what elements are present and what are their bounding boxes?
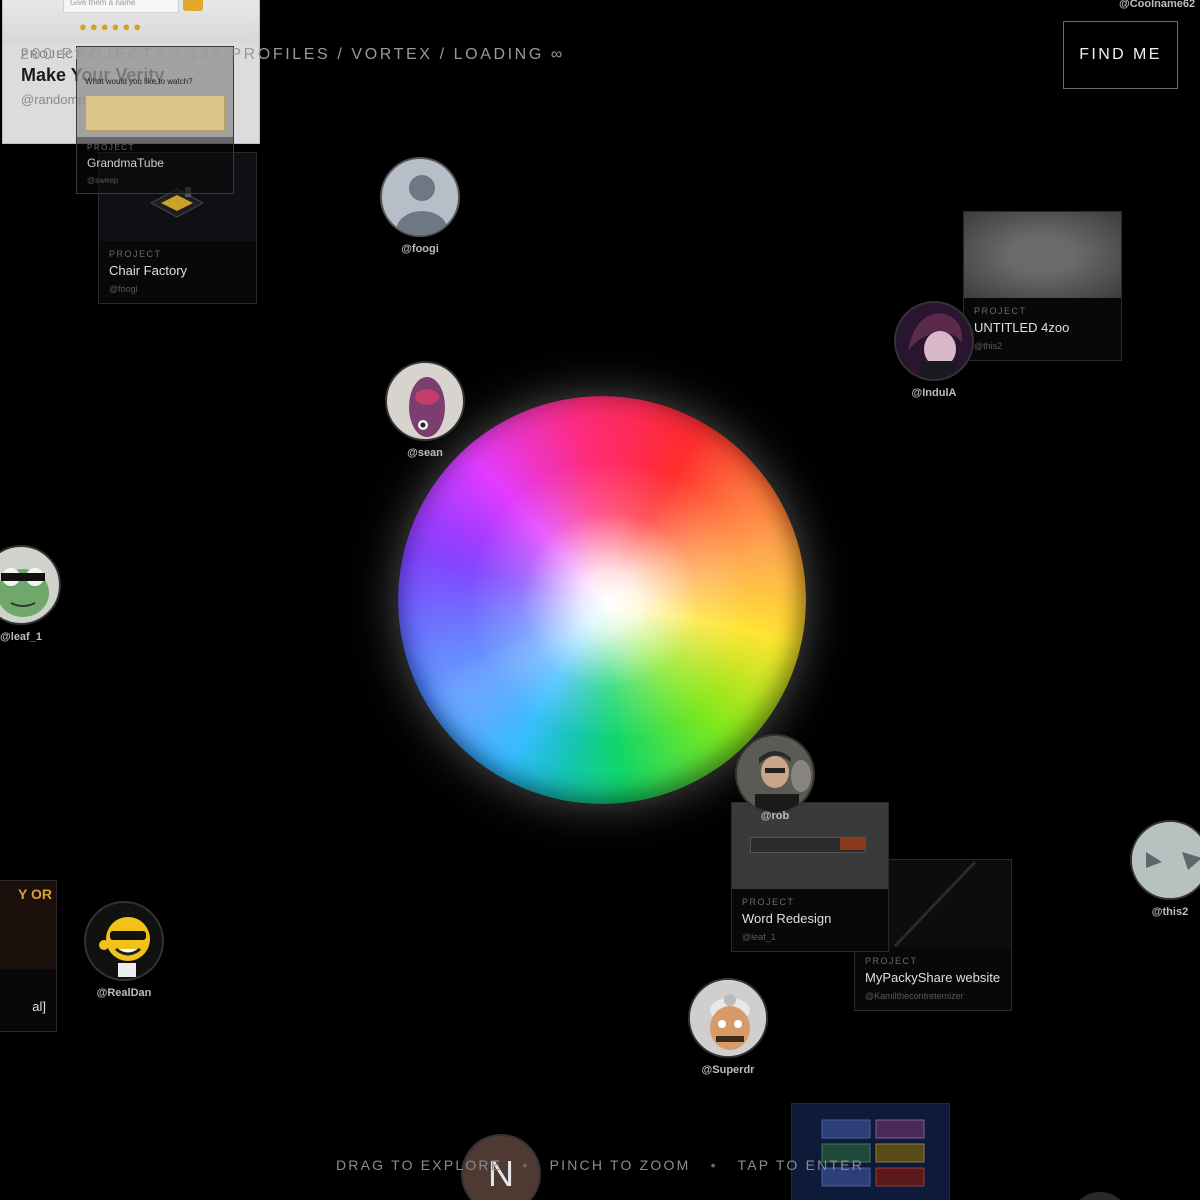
project-owner: @foogi — [109, 284, 138, 294]
profile-sean[interactable]: @sean — [370, 361, 480, 459]
name-input-preview: Give them a name — [63, 0, 179, 13]
avatar — [1130, 820, 1200, 900]
profile-handle: @sean — [407, 447, 443, 459]
hint-drag: DRAG TO EXPLORE — [335, 1157, 503, 1173]
profile-handle: @leaf_1 — [0, 631, 42, 643]
profile-foogi[interactable]: @foogi — [365, 157, 475, 255]
avatar — [688, 978, 768, 1058]
default-user-icon — [396, 175, 448, 235]
project-kicker: PROJECT — [974, 306, 1027, 316]
profile-rob[interactable]: @rob — [720, 734, 830, 822]
project-title: UNTITLED 4zoo — [974, 320, 1070, 335]
project-owner: @Kamilthecontretemizer — [865, 991, 964, 1001]
profile-handle: @foogi — [401, 243, 439, 255]
cool-emoji-icon — [99, 917, 150, 977]
vortex-stage[interactable]: 200 PROJECTS / 134 PROFILES / VORTEX / L… — [0, 0, 1200, 1200]
avatar-partial[interactable] — [1070, 1192, 1130, 1200]
video-field-preview — [85, 95, 225, 131]
avatar — [385, 361, 465, 441]
levels-grid-preview — [821, 1119, 925, 1187]
profile-realdan[interactable]: @RealDan — [69, 901, 179, 999]
avatar — [894, 301, 974, 381]
project-title: MyPackyShare website — [865, 970, 1001, 985]
project-card-partial-left[interactable]: Y OR al] — [0, 880, 57, 1032]
find-me-button[interactable]: FIND ME — [1063, 21, 1178, 89]
project-owner: @sweep — [87, 176, 119, 185]
hint-separator: • — [522, 1157, 530, 1173]
project-title-fragment: al] — [32, 999, 46, 1014]
cartoon-doctor-icon — [690, 980, 766, 1056]
profile-handle: @rob — [760, 810, 790, 822]
profile-handle: @RealDan — [96, 987, 152, 999]
project-kicker: PROJECT — [742, 897, 795, 907]
hint-pinch: PINCH TO ZOOM — [549, 1157, 691, 1173]
anime-character-icon — [908, 313, 963, 379]
project-kicker: PROJECT — [865, 956, 918, 966]
project-card-word-redesign[interactable]: PROJECT Word Redesign @leaf_1 — [731, 802, 889, 952]
cartoon-face-icon — [1132, 822, 1200, 898]
crocs-shoe-icon — [409, 377, 445, 437]
frog-icon — [0, 568, 49, 617]
red-button-preview — [840, 838, 866, 850]
profile-handle: @this2 — [1151, 906, 1189, 918]
project-title: GrandmaTube — [87, 156, 164, 170]
project-title: Chair Factory — [109, 263, 188, 278]
profile-handle: @IndulA — [911, 387, 957, 399]
person-photo-icon — [737, 736, 813, 812]
profile-superdr[interactable]: @Superdr — [673, 978, 783, 1076]
coins-preview: ●●●●●● — [79, 19, 145, 34]
profile-handle: @Superdr — [701, 1064, 755, 1076]
project-owner: @leaf_1 — [742, 932, 776, 942]
gesture-hints: DRAG TO EXPLORE • PINCH TO ZOOM • TAP TO… — [0, 1157, 1200, 1173]
project-title: Word Redesign — [742, 911, 832, 926]
project-thumbnail — [964, 212, 1121, 298]
profile-this2[interactable]: @this2 — [1115, 820, 1200, 918]
hint-tap: TAP TO ENTER — [737, 1157, 865, 1173]
stats-line: 200 PROJECTS / 134 PROFILES / VORTEX / L… — [20, 46, 565, 63]
avatar — [84, 901, 164, 981]
hint-separator: • — [710, 1157, 718, 1173]
project-kicker: PROJECT — [109, 249, 162, 259]
project-card-grandmatube[interactable]: What would you like to watch? PROJECT Gr… — [76, 46, 234, 194]
game-logo-preview: Y OR — [18, 886, 52, 902]
profile-indula[interactable]: @IndulA — [879, 301, 989, 399]
avatar — [735, 734, 815, 814]
profile-leaf-1[interactable]: @leaf_1 — [0, 545, 76, 643]
project-kicker: PROJECT — [87, 143, 135, 152]
gold-button-preview — [183, 0, 203, 11]
project-card-partial-bottom[interactable] — [791, 1103, 950, 1200]
avatar — [380, 157, 460, 237]
corner-handle[interactable]: @Coolname62 — [1119, 0, 1195, 10]
project-owner: @this2 — [974, 341, 1003, 351]
watch-prompt-preview: What would you like to watch? — [85, 77, 193, 86]
avatar — [0, 545, 61, 625]
